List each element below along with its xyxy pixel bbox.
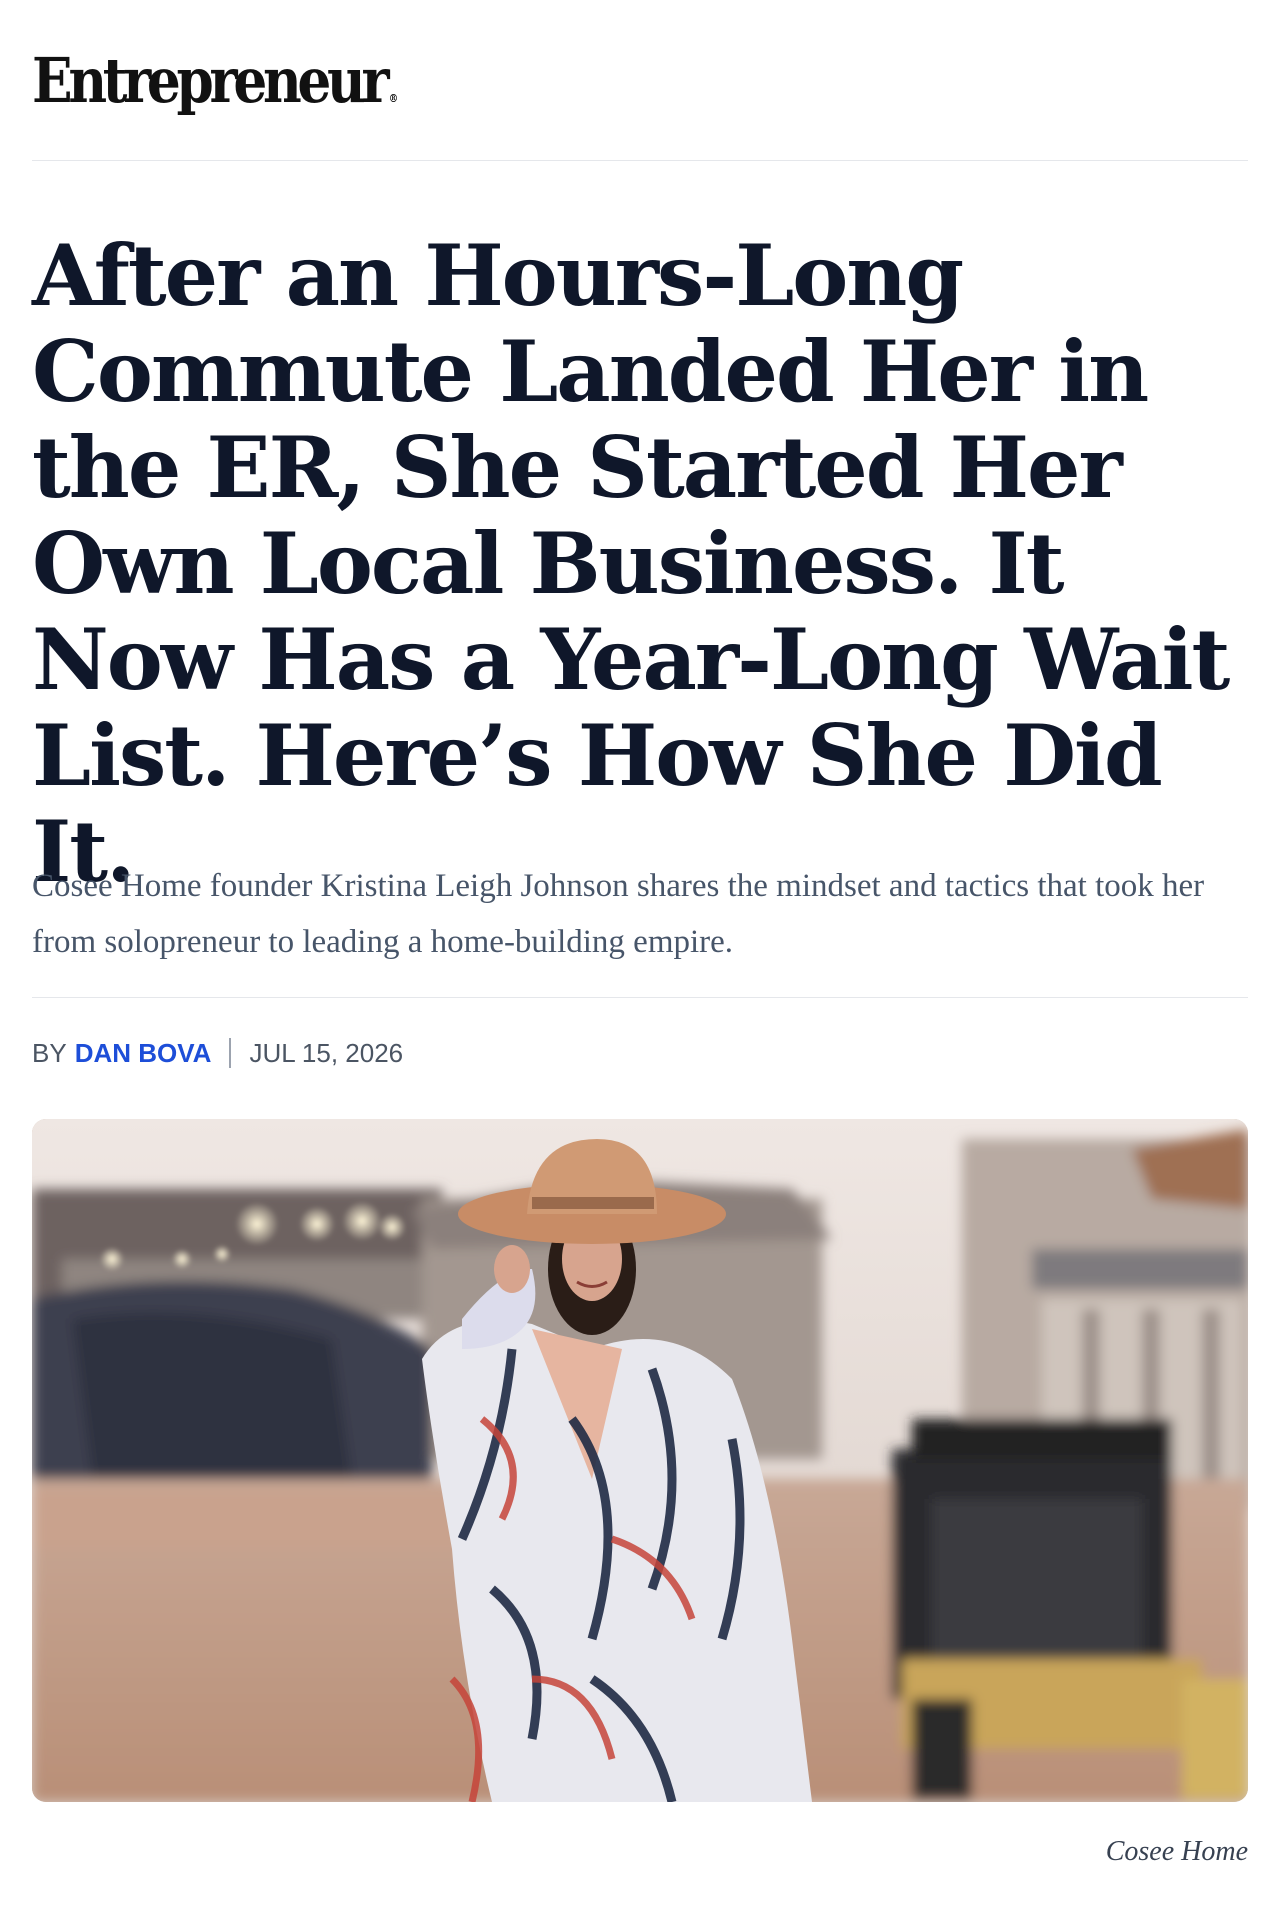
hero-image (32, 1119, 1248, 1802)
publish-date: JUL 15, 2026 (249, 1038, 404, 1068)
image-credit: Cosee Home (1105, 1836, 1248, 1867)
logo-text: Entrepreneur (32, 44, 390, 117)
hero-photo-illustration (32, 1119, 1248, 1802)
article-dek: Cosee Home founder Kristina Leigh Johnso… (32, 868, 1205, 960)
masthead: Entrepreneur ® (32, 0, 1248, 161)
article-headline: After an Hours-Long Commute Landed Her i… (32, 226, 1230, 901)
site-logo[interactable]: Entrepreneur ® (32, 50, 398, 112)
page: Entrepreneur ® After an Hours-Long Commut… (32, 0, 1248, 1867)
byline: BY DAN BOVA JUL 15, 2026 (32, 1037, 403, 1069)
divider (32, 997, 1248, 998)
author-link[interactable]: DAN BOVA (75, 1037, 212, 1069)
byline-prefix: BY (32, 1038, 67, 1068)
byline-separator (229, 1038, 232, 1068)
registered-mark: ® (388, 92, 399, 105)
